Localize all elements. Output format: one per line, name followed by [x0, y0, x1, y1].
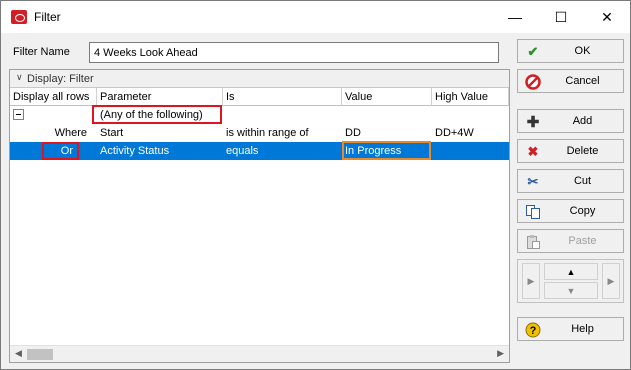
- column-header-parameter[interactable]: Parameter: [97, 88, 223, 106]
- cancel-label: Cancel: [565, 75, 600, 87]
- column-header-is[interactable]: Is: [223, 88, 342, 106]
- column-header-display-all-rows[interactable]: Display all rows: [10, 88, 97, 106]
- title-bar: Filter — ☐ ✕: [1, 1, 630, 33]
- highlight-box-or: [42, 142, 79, 160]
- table-row-selected[interactable]: Or Activity Status equals In Progress: [10, 142, 509, 160]
- cut-label: Cut: [573, 175, 592, 187]
- column-header-value[interactable]: Value: [342, 88, 432, 106]
- highlight-box-value: [342, 141, 431, 160]
- filter-name-input[interactable]: [89, 42, 499, 63]
- display-filter-header[interactable]: ∨ Display: Filter: [10, 70, 509, 88]
- column-header-high-value[interactable]: High Value: [432, 88, 509, 106]
- help-label: Help: [571, 323, 594, 335]
- scroll-thumb[interactable]: [27, 349, 53, 360]
- window-title: Filter: [34, 10, 61, 24]
- scroll-right-icon[interactable]: ▶: [497, 348, 504, 359]
- scroll-left-icon[interactable]: ◀: [15, 348, 22, 359]
- parameter-cell[interactable]: Activity Status: [97, 142, 172, 160]
- plus-icon: ✚: [526, 114, 540, 131]
- chevron-down-icon: ∨: [16, 72, 23, 82]
- collapse-icon[interactable]: [13, 109, 24, 120]
- close-button[interactable]: ✕: [584, 1, 630, 33]
- highlight-box-group: [92, 105, 222, 124]
- conjunction-cell: Where: [54, 127, 87, 139]
- filter-dialog: Filter — ☐ ✕ Filter Name ∨ Display: Filt…: [0, 0, 631, 370]
- table-row[interactable]: Where Start is within range of DD DD+4W: [10, 124, 509, 142]
- delete-button[interactable]: ✖ Delete: [517, 139, 624, 163]
- app-logo-icon: [11, 10, 27, 24]
- move-up-icon[interactable]: ▲: [544, 263, 598, 280]
- filter-name-label: Filter Name: [13, 46, 70, 58]
- move-left-icon[interactable]: ▶: [522, 263, 540, 299]
- scissors-icon: ✂: [527, 174, 539, 189]
- high-value-cell[interactable]: DD+4W: [432, 124, 477, 142]
- filter-grid: ∨ Display: Filter Display all rows Param…: [9, 69, 510, 363]
- parameter-cell[interactable]: Start: [97, 124, 126, 142]
- minimize-button[interactable]: —: [492, 1, 538, 33]
- paste-button[interactable]: Paste: [517, 229, 624, 253]
- operator-cell[interactable]: is within range of: [223, 124, 312, 142]
- copy-button[interactable]: Copy: [517, 199, 624, 223]
- table-row[interactable]: (Any of the following): [10, 106, 509, 124]
- move-down-icon[interactable]: ▼: [544, 282, 598, 299]
- copy-label: Copy: [569, 205, 596, 217]
- maximize-button[interactable]: ☐: [538, 1, 584, 33]
- ok-label: OK: [574, 45, 591, 57]
- delete-label: Delete: [566, 145, 599, 157]
- paste-label: Paste: [568, 235, 597, 247]
- operator-cell[interactable]: equals: [223, 142, 261, 160]
- copy-icon: [525, 204, 541, 220]
- help-icon: ?: [525, 322, 541, 338]
- cancel-icon: [525, 74, 541, 90]
- high-value-cell[interactable]: [432, 142, 438, 160]
- svg-text:?: ?: [530, 325, 537, 337]
- horizontal-scrollbar[interactable]: ◀ ▶: [10, 345, 509, 362]
- check-icon: ✔: [527, 44, 539, 59]
- display-filter-label: Display: Filter: [27, 73, 94, 85]
- help-button[interactable]: ? Help: [517, 317, 624, 341]
- cut-button[interactable]: ✂ Cut: [517, 169, 624, 193]
- paste-icon: [525, 234, 541, 250]
- add-button[interactable]: ✚ Add: [517, 109, 624, 133]
- move-row-pad: ▶ ▲ ▼ ▶: [517, 259, 624, 303]
- move-right-icon[interactable]: ▶: [602, 263, 620, 299]
- value-cell[interactable]: DD: [342, 124, 364, 142]
- x-icon: ✖: [527, 144, 539, 159]
- cancel-button[interactable]: Cancel: [517, 69, 624, 93]
- add-label: Add: [572, 115, 593, 127]
- ok-button[interactable]: ✔ OK: [517, 39, 624, 63]
